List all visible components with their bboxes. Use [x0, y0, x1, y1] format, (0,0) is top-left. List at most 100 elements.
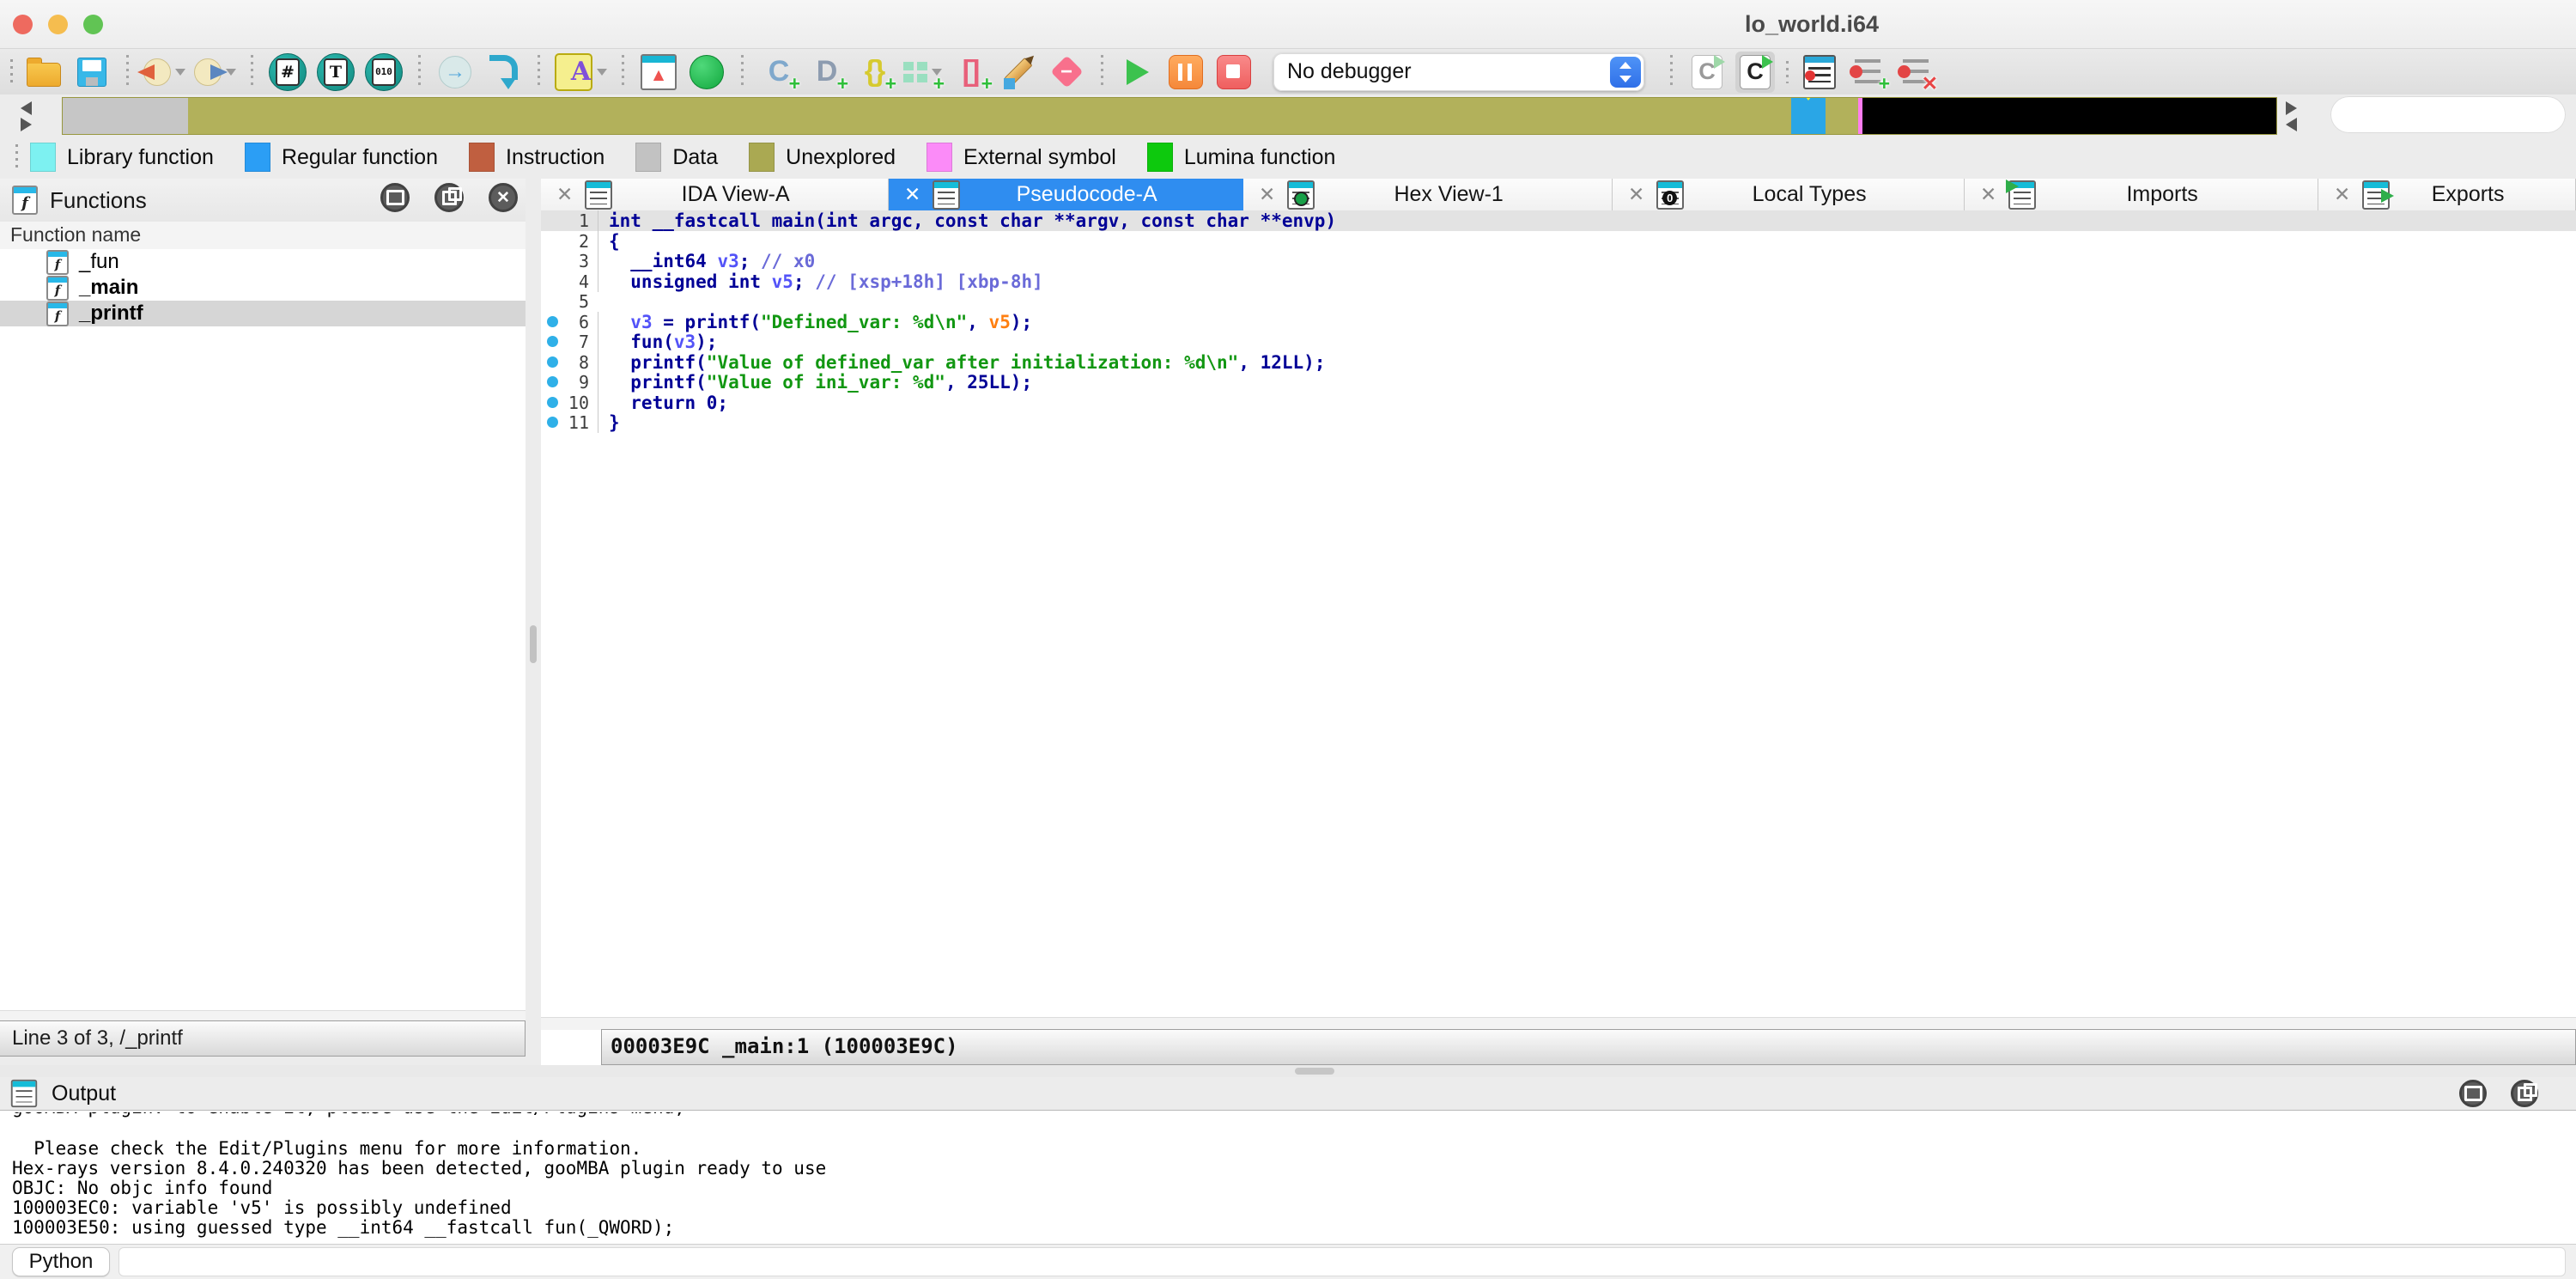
line-marker-dot-icon[interactable] — [547, 316, 558, 327]
number-operand-icon[interactable]: # — [268, 52, 307, 93]
demangle-names-icon[interactable]: ▲ — [639, 52, 678, 93]
code-line[interactable]: 7 fun(v3); — [541, 332, 2576, 352]
line-marker-dot-icon[interactable] — [547, 397, 558, 408]
tab-pseudocode-a[interactable]: ✕Pseudocode-A — [889, 179, 1243, 210]
create-function-icon[interactable]: C+ — [758, 52, 798, 93]
current-position-marker[interactable] — [1791, 98, 1826, 134]
quick-run-disabled-icon[interactable]: C — [1687, 52, 1727, 93]
python-cli-input[interactable] — [118, 1247, 2566, 1276]
float-panel-icon[interactable] — [2511, 1080, 2538, 1107]
code-line[interactable]: 1int __fastcall main(int argc, const cha… — [541, 210, 2576, 231]
line-marker-dot-icon[interactable] — [547, 336, 558, 347]
function-window-icon: f — [12, 186, 38, 215]
create-struct-icon[interactable]: {}+ — [854, 52, 894, 93]
jump-to-address-icon[interactable]: → — [435, 52, 475, 93]
quick-filter-input[interactable] — [2330, 96, 2566, 133]
line-marker-dot-icon[interactable] — [547, 356, 558, 368]
dropdown-chevron-icon[interactable] — [597, 69, 607, 76]
close-panel-icon[interactable]: ✕ — [489, 183, 518, 212]
output-panel: Output gooMBA plugin: to enable it, plea… — [0, 1077, 2576, 1244]
tab-exports[interactable]: ✕Exports — [2318, 179, 2576, 210]
close-tab-icon[interactable]: ✕ — [2334, 183, 2350, 206]
code-line[interactable]: 9 printf("Value of ini_var: %d", 25LL); — [541, 372, 2576, 393]
code-line[interactable]: 6 v3 = printf("Defined_var: %d\n", v5); — [541, 312, 2576, 332]
function-row[interactable]: f_fun — [0, 249, 526, 275]
set-color-icon[interactable] — [687, 52, 726, 93]
navband-scroll-left-buttons[interactable] — [21, 99, 32, 134]
close-window-button[interactable] — [13, 15, 33, 34]
pause-process-icon[interactable] — [1166, 52, 1206, 93]
edit-item-icon[interactable] — [999, 52, 1038, 93]
navigation-band[interactable] — [62, 97, 2277, 135]
open-file-icon[interactable] — [24, 52, 64, 93]
code-line[interactable]: 8 printf("Value of defined_var after ini… — [541, 352, 2576, 373]
cli-language-button[interactable]: Python — [12, 1247, 110, 1276]
data-segment[interactable] — [63, 98, 188, 134]
save-database-icon[interactable] — [72, 52, 112, 93]
close-tab-icon[interactable]: ✕ — [1259, 183, 1275, 206]
horizontal-splitter[interactable] — [0, 1065, 2576, 1077]
close-tab-icon[interactable]: ✕ — [1980, 183, 1996, 206]
add-breakpoint-icon[interactable]: + — [1848, 52, 1887, 93]
vertical-splitter[interactable] — [526, 179, 541, 1065]
text-operand-icon[interactable]: T — [316, 52, 355, 93]
breakpoint-list-icon[interactable] — [1800, 52, 1839, 93]
dropdown-chevron-icon[interactable] — [175, 69, 185, 76]
navband-scroll-right-buttons[interactable] — [2284, 99, 2297, 134]
function-row[interactable]: f_printf — [0, 301, 526, 326]
tab-local-types[interactable]: ✕0Local Types — [1613, 179, 1965, 210]
create-enum-icon[interactable]: + — [902, 52, 942, 93]
code-line[interactable]: 5 — [541, 291, 2576, 312]
toolbar-separator — [418, 55, 421, 89]
float-panel-icon[interactable] — [434, 183, 464, 212]
toolbar-separator — [126, 55, 129, 89]
legend-swatch — [30, 143, 56, 172]
close-tab-icon[interactable]: ✕ — [556, 183, 573, 206]
debugger-select[interactable]: No debugger — [1273, 53, 1644, 91]
line-marker-dot-icon[interactable] — [547, 376, 558, 387]
pseudocode-view[interactable]: 1int __fastcall main(int argc, const cha… — [541, 210, 2576, 1017]
titlebar: lo_world.i64 — [0, 0, 2576, 49]
maximize-panel-icon[interactable] — [2459, 1080, 2487, 1107]
create-array-icon[interactable]: []+ — [951, 52, 990, 93]
scroll-right-icon[interactable] — [2286, 101, 2297, 115]
line-marker-dot-icon[interactable] — [547, 417, 558, 428]
scroll-right-icon[interactable] — [21, 118, 32, 131]
code-text: } — [598, 412, 2576, 433]
tab-ida-view-a[interactable]: ✕IDA View-A — [541, 179, 889, 210]
unexplored-segment[interactable] — [188, 98, 1791, 134]
close-tab-icon[interactable]: ✕ — [904, 183, 920, 206]
function-row[interactable]: f_main — [0, 275, 526, 301]
dropdown-stepper-icon[interactable] — [1610, 57, 1641, 88]
tab-imports[interactable]: ✕Imports — [1965, 179, 2318, 210]
pseudocode-horizontal-scrollbar[interactable] — [541, 1017, 2576, 1030]
minimize-window-button[interactable] — [48, 15, 68, 34]
jump-down-icon[interactable] — [483, 52, 523, 93]
close-tab-icon[interactable]: ✕ — [1628, 183, 1644, 206]
tab-hex-view-1[interactable]: ✕Hex View-1 — [1243, 179, 1613, 210]
code-line[interactable]: 11} — [541, 412, 2576, 433]
unexplored-segment[interactable] — [1826, 98, 1858, 134]
code-line[interactable]: 4 unsigned int v5; // [xsp+18h] [xbp-8h] — [541, 271, 2576, 292]
rename-icon[interactable]: A — [555, 52, 607, 93]
delete-breakpoint-icon[interactable]: ✕ — [1896, 52, 1935, 93]
zoom-window-button[interactable] — [83, 15, 103, 34]
create-data-icon[interactable]: D+ — [806, 52, 846, 93]
code-line[interactable]: 3 __int64 v3; // x0 — [541, 251, 2576, 271]
black-segment[interactable] — [1862, 98, 2276, 134]
stop-process-icon[interactable] — [1214, 52, 1254, 93]
function-name-column-header[interactable]: Function name — [0, 222, 526, 250]
navigate-back-icon[interactable] — [143, 52, 185, 93]
scroll-left-icon[interactable] — [21, 101, 32, 115]
navigate-forward-icon[interactable] — [194, 52, 236, 93]
start-process-icon[interactable] — [1118, 52, 1157, 93]
code-line[interactable]: 2{ — [541, 231, 2576, 252]
binary-operand-icon[interactable]: 010 — [364, 52, 404, 93]
delete-item-icon[interactable]: − — [1047, 52, 1086, 93]
maximize-panel-icon[interactable] — [380, 183, 410, 212]
scroll-left-icon[interactable] — [2286, 118, 2297, 131]
code-line[interactable]: 10 return 0; — [541, 393, 2576, 413]
toolbar-separator — [251, 55, 253, 89]
compile-and-run-icon[interactable]: C — [1735, 52, 1775, 93]
output-log[interactable]: gooMBA plugin: to enable it, please use … — [0, 1112, 2576, 1242]
